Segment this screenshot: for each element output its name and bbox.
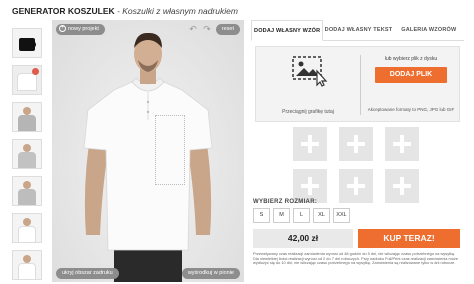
- product-thumb-grey-sweatshirt-child[interactable]: [12, 139, 42, 169]
- tab-design-gallery[interactable]: GALERIA WZORÓW: [394, 20, 464, 40]
- redo-icon[interactable]: ↷: [202, 24, 212, 34]
- plus-icon: +: [59, 25, 66, 32]
- size-label: WYBIERZ ROZMIAR:: [253, 199, 318, 205]
- size-option-l[interactable]: L: [293, 208, 310, 223]
- tab-add-text[interactable]: DODAJ WŁASNY TEKST: [323, 20, 393, 40]
- print-area-outline[interactable]: [155, 115, 185, 185]
- upload-box: Przeciągnij grafikę tutaj lub wybierz pl…: [255, 46, 460, 122]
- add-design-slot[interactable]: [385, 169, 419, 203]
- new-project-button[interactable]: + nowy projekt: [56, 24, 105, 35]
- product-thumb-white-tee-kid[interactable]: [12, 250, 42, 280]
- size-option-m[interactable]: M: [273, 208, 290, 223]
- accepted-formats-text: Akceptowane formaty to PNG, JPG lub GIF: [367, 107, 455, 112]
- buy-now-button[interactable]: KUP TERAZ!: [358, 229, 460, 248]
- price: 42,00 zł: [253, 229, 353, 248]
- hoodie-icon: [18, 115, 36, 131]
- design-canvas[interactable]: + nowy projekt ↶ ↷ reset ukryj obszar za…: [52, 20, 244, 282]
- tab-bar: DODAJ WŁASNY WZÓR DODAJ WŁASNY TEKST GAL…: [251, 20, 464, 41]
- undo-icon[interactable]: ↶: [188, 24, 198, 34]
- size-option-s[interactable]: S: [253, 208, 270, 223]
- sweatshirt-icon: [18, 152, 36, 168]
- remove-badge-icon[interactable]: [32, 68, 39, 75]
- reset-button[interactable]: reset: [215, 24, 240, 35]
- product-thumb-white-shirt[interactable]: [12, 65, 42, 95]
- add-design-slot[interactable]: [339, 169, 373, 203]
- center-vertically-button[interactable]: wyśrodkuj w pionie: [181, 268, 240, 279]
- tab-add-design[interactable]: DODAJ WŁASNY WZÓR: [251, 20, 324, 41]
- tshirt-icon: [18, 226, 36, 242]
- sweatshirt-icon: [18, 189, 36, 205]
- app-title: GENERATOR KOSZULEK: [12, 6, 115, 16]
- drop-zone[interactable]: Przeciągnij grafikę tutaj: [256, 47, 360, 123]
- product-thumb-grey-sweatshirt-child-2[interactable]: [12, 176, 42, 206]
- product-thumb-mug[interactable]: [12, 28, 42, 58]
- add-file-button[interactable]: DODAJ PLIK: [375, 67, 447, 83]
- add-design-slot[interactable]: [385, 127, 419, 161]
- new-project-label: nowy projekt: [68, 26, 99, 32]
- product-thumbnail-list: [12, 28, 44, 284]
- choose-file-label: lub wybierz plik z dysku: [384, 56, 438, 62]
- add-design-slot[interactable]: [339, 127, 373, 161]
- add-design-slot[interactable]: [293, 169, 327, 203]
- size-option-xxl[interactable]: XXL: [333, 208, 350, 223]
- add-design-slot[interactable]: [293, 127, 327, 161]
- app-subtitle: - Koszulki z własnym nadrukiem: [114, 6, 238, 16]
- tshirt-icon: [18, 263, 36, 279]
- product-thumb-white-tee-child[interactable]: [12, 213, 42, 243]
- model-wearing-shirt-image: [83, 32, 213, 282]
- size-option-xl[interactable]: XL: [313, 208, 330, 223]
- image-drop-icon: [292, 56, 328, 87]
- size-selector: S M L XL XXL: [253, 208, 350, 223]
- hide-print-area-button[interactable]: ukryj obszar zadruku: [56, 268, 119, 279]
- delivery-note: Przewidywany czas realizacji zamówienia …: [253, 251, 458, 266]
- shirt-icon: [17, 73, 37, 91]
- drop-label: Przeciągnij grafikę tutaj: [282, 109, 334, 115]
- file-upload-section: lub wybierz plik z dysku DODAJ PLIK Akce…: [361, 47, 461, 123]
- page-header: GENERATOR KOSZULEK - Koszulki z własnym …: [0, 0, 474, 20]
- product-thumb-grey-hoodie[interactable]: [12, 102, 42, 132]
- design-panel: DODAJ WŁASNY WZÓR DODAJ WŁASNY TEKST GAL…: [251, 20, 464, 265]
